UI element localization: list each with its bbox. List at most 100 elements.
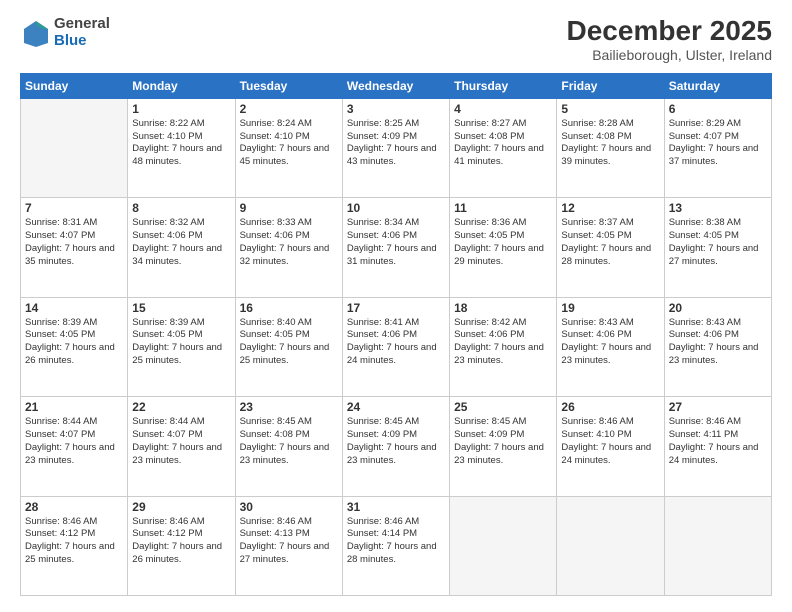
calendar-cell: 4 Sunrise: 8:27 AMSunset: 4:08 PMDaylight… bbox=[450, 98, 557, 197]
day-number: 26 bbox=[561, 400, 659, 414]
day-number: 18 bbox=[454, 301, 552, 315]
day-info: Sunrise: 8:37 AMSunset: 4:05 PMDaylight:… bbox=[561, 217, 659, 268]
calendar-cell: 14 Sunrise: 8:39 AMSunset: 4:05 PMDayligh… bbox=[21, 297, 128, 396]
calendar-week-4: 21 Sunrise: 8:44 AMSunset: 4:07 PMDayligh… bbox=[21, 397, 772, 496]
day-number: 20 bbox=[669, 301, 767, 315]
day-number: 19 bbox=[561, 301, 659, 315]
calendar-cell: 20 Sunrise: 8:43 AMSunset: 4:06 PMDayligh… bbox=[664, 297, 771, 396]
calendar-cell: 2Sunrise: 8:24 AMSunset: 4:10 PMDaylight… bbox=[235, 98, 342, 197]
calendar-cell: 27 Sunrise: 8:46 AMSunset: 4:11 PMDayligh… bbox=[664, 397, 771, 496]
day-number: 16 bbox=[240, 301, 338, 315]
calendar-cell bbox=[664, 496, 771, 595]
calendar-cell: 29 Sunrise: 8:46 AMSunset: 4:12 PMDayligh… bbox=[128, 496, 235, 595]
calendar-page: General Blue December 2025 Bailieborough… bbox=[0, 0, 792, 612]
header: General Blue December 2025 Bailieborough… bbox=[20, 16, 772, 63]
day-info: Sunrise: 8:46 AMSunset: 4:13 PMDaylight:… bbox=[240, 516, 338, 567]
calendar-cell: 21 Sunrise: 8:44 AMSunset: 4:07 PMDayligh… bbox=[21, 397, 128, 496]
calendar-cell bbox=[450, 496, 557, 595]
day-info: Sunrise: 8:31 AMSunset: 4:07 PMDaylight:… bbox=[25, 217, 123, 268]
main-title: December 2025 bbox=[567, 16, 772, 47]
day-number: 27 bbox=[669, 400, 767, 414]
calendar-week-1: 1 Sunrise: 8:22 AMSunset: 4:10 PMDaylight… bbox=[21, 98, 772, 197]
subtitle: Bailieborough, Ulster, Ireland bbox=[567, 47, 772, 63]
logo-icon bbox=[20, 17, 52, 49]
day-info: Sunrise: 8:45 AMSunset: 4:09 PMDaylight:… bbox=[454, 416, 552, 467]
calendar-cell: 26 Sunrise: 8:46 AMSunset: 4:10 PMDayligh… bbox=[557, 397, 664, 496]
day-info: Sunrise: 8:46 AMSunset: 4:12 PMDaylight:… bbox=[25, 516, 123, 567]
day-info: Sunrise: 8:24 AMSunset: 4:10 PMDaylight:… bbox=[240, 118, 338, 169]
calendar-cell: 30 Sunrise: 8:46 AMSunset: 4:13 PMDayligh… bbox=[235, 496, 342, 595]
calendar-cell: 1 Sunrise: 8:22 AMSunset: 4:10 PMDaylight… bbox=[128, 98, 235, 197]
day-info: Sunrise: 8:40 AMSunset: 4:05 PMDaylight:… bbox=[240, 317, 338, 368]
day-info: Sunrise: 8:39 AMSunset: 4:05 PMDaylight:… bbox=[25, 317, 123, 368]
calendar-cell bbox=[557, 496, 664, 595]
calendar-cell: 16 Sunrise: 8:40 AMSunset: 4:05 PMDayligh… bbox=[235, 297, 342, 396]
calendar-cell: 9 Sunrise: 8:33 AMSunset: 4:06 PMDaylight… bbox=[235, 198, 342, 297]
day-number: 4 bbox=[454, 102, 552, 116]
day-info: Sunrise: 8:38 AMSunset: 4:05 PMDaylight:… bbox=[669, 217, 767, 268]
calendar-cell: 6Sunrise: 8:29 AMSunset: 4:07 PMDaylight… bbox=[664, 98, 771, 197]
day-info: Sunrise: 8:45 AMSunset: 4:08 PMDaylight:… bbox=[240, 416, 338, 467]
col-header-monday: Monday bbox=[128, 73, 235, 98]
day-info: Sunrise: 8:41 AMSunset: 4:06 PMDaylight:… bbox=[347, 317, 445, 368]
day-info: Sunrise: 8:27 AMSunset: 4:08 PMDaylight:… bbox=[454, 118, 552, 169]
day-number: 17 bbox=[347, 301, 445, 315]
col-header-wednesday: Wednesday bbox=[342, 73, 449, 98]
day-info: Sunrise: 8:43 AMSunset: 4:06 PMDaylight:… bbox=[561, 317, 659, 368]
day-number: 9 bbox=[240, 201, 338, 215]
calendar-cell: 24Sunrise: 8:45 AMSunset: 4:09 PMDayligh… bbox=[342, 397, 449, 496]
day-number: 7 bbox=[25, 201, 123, 215]
calendar-week-5: 28Sunrise: 8:46 AMSunset: 4:12 PMDayligh… bbox=[21, 496, 772, 595]
col-header-sunday: Sunday bbox=[21, 73, 128, 98]
day-info: Sunrise: 8:46 AMSunset: 4:10 PMDaylight:… bbox=[561, 416, 659, 467]
day-number: 12 bbox=[561, 201, 659, 215]
day-number: 14 bbox=[25, 301, 123, 315]
day-number: 23 bbox=[240, 400, 338, 414]
day-number: 6 bbox=[669, 102, 767, 116]
day-info: Sunrise: 8:46 AMSunset: 4:12 PMDaylight:… bbox=[132, 516, 230, 567]
logo-blue-text: Blue bbox=[54, 33, 110, 50]
day-number: 15 bbox=[132, 301, 230, 315]
calendar-table: SundayMondayTuesdayWednesdayThursdayFrid… bbox=[20, 73, 772, 596]
day-info: Sunrise: 8:46 AMSunset: 4:11 PMDaylight:… bbox=[669, 416, 767, 467]
day-number: 25 bbox=[454, 400, 552, 414]
calendar-cell: 10Sunrise: 8:34 AMSunset: 4:06 PMDayligh… bbox=[342, 198, 449, 297]
calendar-week-2: 7 Sunrise: 8:31 AMSunset: 4:07 PMDaylight… bbox=[21, 198, 772, 297]
calendar-cell: 13Sunrise: 8:38 AMSunset: 4:05 PMDayligh… bbox=[664, 198, 771, 297]
day-info: Sunrise: 8:39 AMSunset: 4:05 PMDaylight:… bbox=[132, 317, 230, 368]
calendar-cell bbox=[21, 98, 128, 197]
calendar-cell: 18Sunrise: 8:42 AMSunset: 4:06 PMDayligh… bbox=[450, 297, 557, 396]
calendar-cell: 12 Sunrise: 8:37 AMSunset: 4:05 PMDayligh… bbox=[557, 198, 664, 297]
day-info: Sunrise: 8:36 AMSunset: 4:05 PMDaylight:… bbox=[454, 217, 552, 268]
logo-general-text: General bbox=[54, 16, 110, 33]
calendar-cell: 11Sunrise: 8:36 AMSunset: 4:05 PMDayligh… bbox=[450, 198, 557, 297]
day-number: 29 bbox=[132, 500, 230, 514]
day-number: 8 bbox=[132, 201, 230, 215]
calendar-cell: 8 Sunrise: 8:32 AMSunset: 4:06 PMDaylight… bbox=[128, 198, 235, 297]
day-info: Sunrise: 8:32 AMSunset: 4:06 PMDaylight:… bbox=[132, 217, 230, 268]
logo: General Blue bbox=[20, 16, 110, 49]
calendar-cell: 31 Sunrise: 8:46 AMSunset: 4:14 PMDayligh… bbox=[342, 496, 449, 595]
day-number: 31 bbox=[347, 500, 445, 514]
day-info: Sunrise: 8:22 AMSunset: 4:10 PMDaylight:… bbox=[132, 118, 230, 169]
day-info: Sunrise: 8:44 AMSunset: 4:07 PMDaylight:… bbox=[25, 416, 123, 467]
calendar-cell: 23 Sunrise: 8:45 AMSunset: 4:08 PMDayligh… bbox=[235, 397, 342, 496]
day-info: Sunrise: 8:33 AMSunset: 4:06 PMDaylight:… bbox=[240, 217, 338, 268]
calendar-cell: 15 Sunrise: 8:39 AMSunset: 4:05 PMDayligh… bbox=[128, 297, 235, 396]
calendar-header-row: SundayMondayTuesdayWednesdayThursdayFrid… bbox=[21, 73, 772, 98]
calendar-cell: 28Sunrise: 8:46 AMSunset: 4:12 PMDayligh… bbox=[21, 496, 128, 595]
day-number: 5 bbox=[561, 102, 659, 116]
col-header-tuesday: Tuesday bbox=[235, 73, 342, 98]
day-number: 3 bbox=[347, 102, 445, 116]
day-info: Sunrise: 8:45 AMSunset: 4:09 PMDaylight:… bbox=[347, 416, 445, 467]
calendar-cell: 19 Sunrise: 8:43 AMSunset: 4:06 PMDayligh… bbox=[557, 297, 664, 396]
day-number: 10 bbox=[347, 201, 445, 215]
day-number: 21 bbox=[25, 400, 123, 414]
day-number: 22 bbox=[132, 400, 230, 414]
day-number: 30 bbox=[240, 500, 338, 514]
day-info: Sunrise: 8:43 AMSunset: 4:06 PMDaylight:… bbox=[669, 317, 767, 368]
day-number: 1 bbox=[132, 102, 230, 116]
day-info: Sunrise: 8:46 AMSunset: 4:14 PMDaylight:… bbox=[347, 516, 445, 567]
day-info: Sunrise: 8:25 AMSunset: 4:09 PMDaylight:… bbox=[347, 118, 445, 169]
calendar-cell: 22Sunrise: 8:44 AMSunset: 4:07 PMDayligh… bbox=[128, 397, 235, 496]
